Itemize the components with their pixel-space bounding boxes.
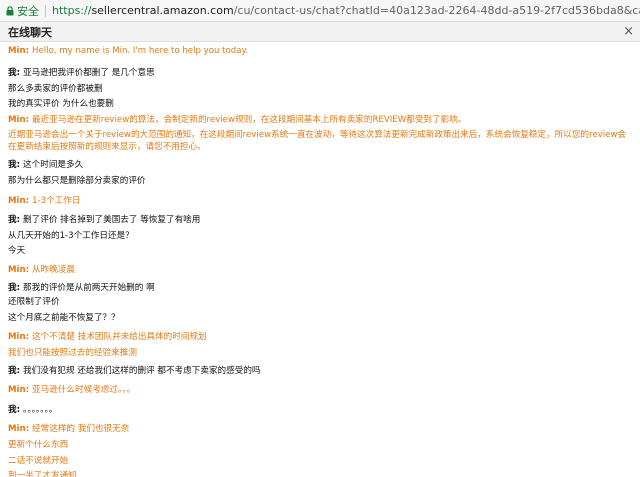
message-text: 。。。。。。。 <box>23 405 58 415</box>
speaker-name: 我: <box>8 283 24 293</box>
message-text: 那么多卖家的评价都被删 <box>8 84 103 94</box>
speaker-name: 我: <box>8 68 24 78</box>
agent-message: 我们也只能按照过去的经验来推测 <box>8 347 137 359</box>
user-message: 那为什么都只是删除部分卖家的评价 <box>8 175 146 187</box>
message-text: 亚马逊把我评价都删了 是几个意思 <box>23 68 155 78</box>
lock-icon <box>6 5 14 16</box>
speaker-name: Min: <box>8 115 33 125</box>
user-message: 我: 那我的评价是从前两天开始删的 啊 <box>8 282 155 294</box>
speaker-name: Min: <box>8 46 33 56</box>
agent-message: 更新个什么东西 <box>8 439 68 451</box>
agent-message: Min: 最近亚马逊在更新review的算法，会制定新的review规则，在这段… <box>8 114 466 126</box>
agent-message: 近期亚马逊会出一个关于review的大范围的通知，在这段期间review系统一直… <box>8 129 630 153</box>
message-text: 最近亚马逊在更新review的算法，会制定新的review规则，在这段期间基本上… <box>32 115 467 125</box>
agent-message: Min: 亚马逊什么时候考虑过。。。 <box>8 384 135 396</box>
message-text: 经常这样的 我们也很无奈 <box>32 424 130 434</box>
user-message: 今天 <box>8 245 25 257</box>
user-message: 我: 删了评价 排名掉到了美国去了 等恢复了有啥用 <box>8 214 200 226</box>
url-host: sellercentral.amazon.com <box>91 4 234 17</box>
message-text: 那为什么都只是删除部分卖家的评价 <box>8 176 146 186</box>
message-text: 我们也只能按照过去的经验来推测 <box>8 348 137 358</box>
speaker-name: 我: <box>8 405 24 415</box>
agent-message: 到一半了才发通知 <box>8 470 77 477</box>
url-text[interactable]: https://sellercentral.amazon.com/cu/cont… <box>52 4 640 17</box>
user-message: 还限制了评价 <box>8 296 60 308</box>
speaker-name: 我: <box>8 366 24 376</box>
speaker-name: Min: <box>8 196 33 206</box>
user-message: 我: 这个时间是多久 <box>8 159 83 171</box>
message-text: 今天 <box>8 246 26 256</box>
agent-message: Min: 经常这样的 我们也很无奈 <box>8 423 129 435</box>
message-text: 我们没有犯规 还给我们这样的删评 都不考虑下卖家的感受的吗 <box>23 366 261 376</box>
divider <box>45 4 46 17</box>
agent-message: Min: 这个不清楚 技术团队并未给出具体的时间规划 <box>8 331 207 343</box>
message-text: 还限制了评价 <box>8 297 60 307</box>
message-text: Hello, my name is Min. I'm here to help … <box>32 46 249 56</box>
url-scheme: https:// <box>52 4 92 17</box>
message-text: 二话不说就开始 <box>8 456 69 466</box>
speaker-name: Min: <box>8 424 33 434</box>
user-message: 那么多卖家的评价都被删 <box>8 83 103 95</box>
user-message: 我的真实评价 为什么也要删 <box>8 98 114 110</box>
message-text: 这个不清楚 技术团队并未给出具体的时间规划 <box>32 332 207 342</box>
speaker-name: 我: <box>8 160 24 170</box>
message-text: 亚马逊什么时候考虑过。。。 <box>32 385 136 395</box>
message-text: 更新个什么东西 <box>8 440 69 450</box>
chat-header: 在线聊天 × <box>0 22 640 42</box>
url-path: /cu/contact-us/chat?chatId=40a123ad-2264… <box>233 4 640 17</box>
agent-message: 二话不说就开始 <box>8 455 68 467</box>
user-message: 这个月底之前能不恢复了？？ <box>8 312 120 324</box>
speaker-name: Min: <box>8 265 33 275</box>
user-message: 我: 亚马逊把我评价都删了 是几个意思 <box>8 67 155 79</box>
message-text: 1-3个工作日 <box>32 196 81 206</box>
chat-transcript: Min: Hello, my name is Min. I'm here to … <box>0 42 640 477</box>
message-text: 到一半了才发通知 <box>8 471 77 477</box>
message-text: 从昨晚凌晨 <box>32 265 76 275</box>
speaker-name: Min: <box>8 385 33 395</box>
speaker-name: 我: <box>8 215 24 225</box>
chat-title: 在线聊天 <box>8 25 52 39</box>
agent-message: Min: 从昨晚凌晨 <box>8 264 75 276</box>
message-text: 我的真实评价 为什么也要删 <box>8 99 114 109</box>
user-message: 我: 我们没有犯规 还给我们这样的删评 都不考虑下卖家的感受的吗 <box>8 365 261 377</box>
speaker-name: Min: <box>8 332 33 342</box>
message-text: 这个月底之前能不恢复了？？ <box>8 313 120 323</box>
message-text: 这个时间是多久 <box>23 160 84 170</box>
agent-message: Min: Hello, my name is Min. I'm here to … <box>8 45 248 57</box>
message-text: 删了评价 排名掉到了美国去了 等恢复了有啥用 <box>23 215 201 225</box>
user-message: 我: 。。。。。。。 <box>8 404 57 416</box>
address-bar[interactable]: 安全 https://sellercentral.amazon.com/cu/c… <box>0 0 640 22</box>
secure-label: 安全 <box>17 4 39 18</box>
message-text: 那我的评价是从前两天开始删的 啊 <box>23 283 155 293</box>
message-text: 近期亚马逊会出一个关于review的大范围的通知，在这段期间review系统一直… <box>8 130 627 152</box>
agent-message: Min: 1-3个工作日 <box>8 195 80 207</box>
message-text: 从几天开始的1-3个工作日还是？ <box>8 231 134 241</box>
close-icon[interactable]: × <box>623 25 634 38</box>
user-message: 从几天开始的1-3个工作日还是？ <box>8 230 134 242</box>
